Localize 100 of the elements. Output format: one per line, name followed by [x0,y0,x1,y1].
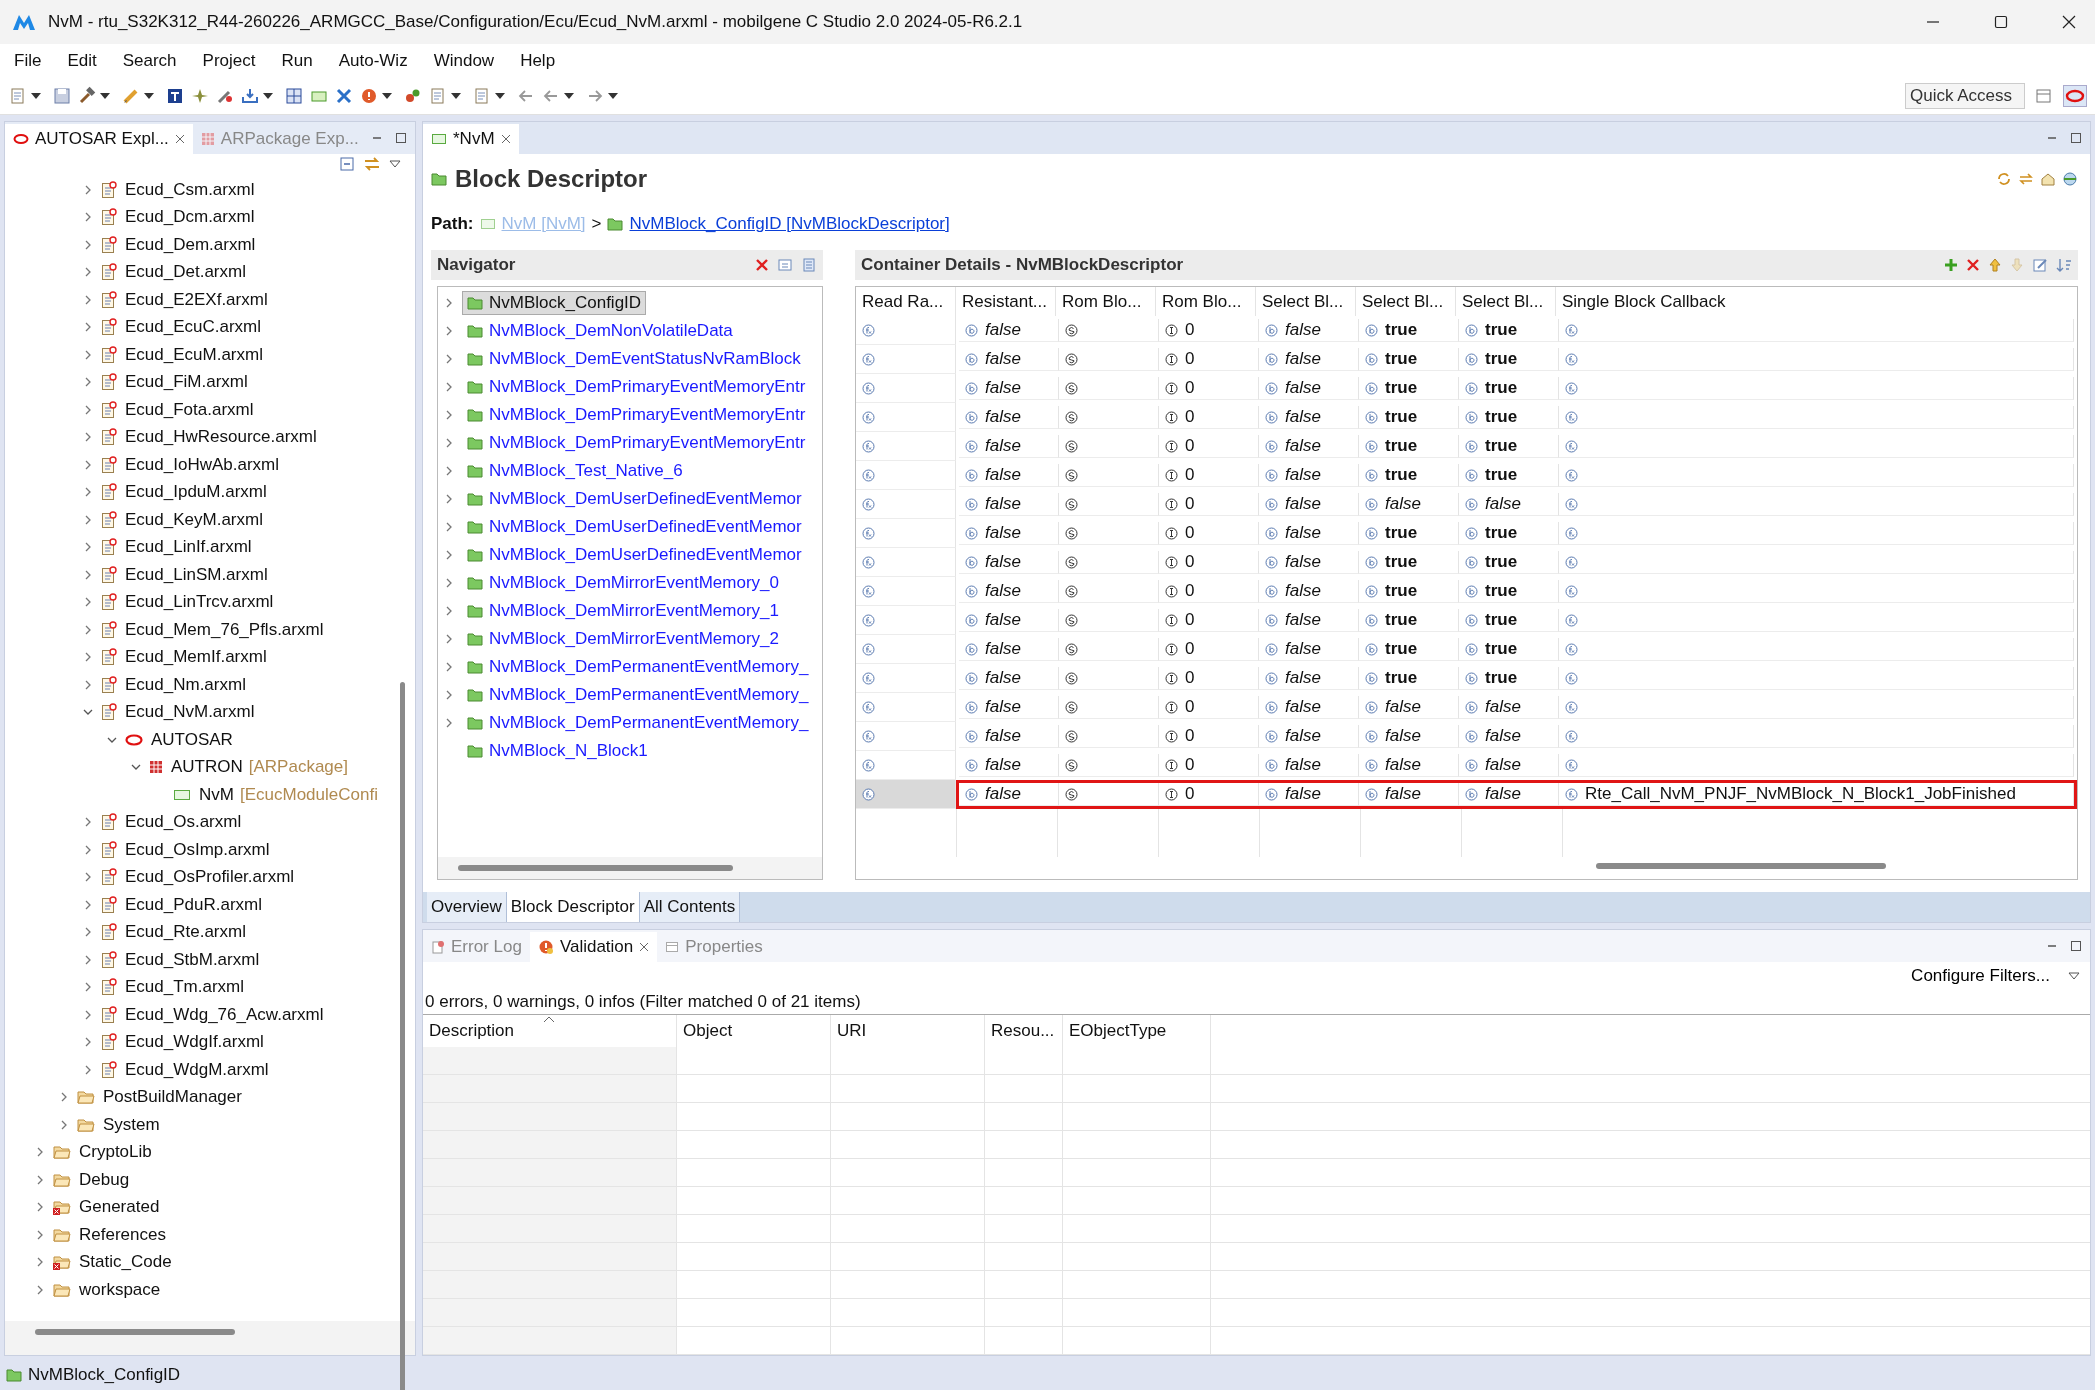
maximize-icon[interactable] [2070,940,2082,952]
chevron-right-icon[interactable] [83,211,93,224]
chevron-right-icon[interactable] [35,1201,45,1214]
navigator-item[interactable]: NvMBlock_DemMirrorEventMemory_2 [462,627,784,651]
chevron-right-icon[interactable] [83,623,93,636]
path-link[interactable]: NvMBlock_ConfigID [NvMBlockDescriptor] [629,214,950,234]
tree-item[interactable]: Ecud_IoHwAb.arxml [125,454,279,475]
navigator-item[interactable]: NvMBlock_DemPrimaryEventMemoryEntr [462,431,811,455]
navigator-item[interactable]: NvMBlock_DemPrimaryEventMemoryEntr [462,403,811,427]
chevron-right-icon[interactable] [83,376,93,389]
dropdown-caret-icon[interactable] [608,93,618,99]
home-icon[interactable] [2040,171,2056,187]
tree-item[interactable]: CryptoLib [79,1142,152,1163]
tree-item[interactable]: Ecud_LinIf.arxml [125,537,252,558]
chevron-right-icon[interactable] [83,1008,93,1021]
chevron-right-icon[interactable] [444,381,454,393]
save-icon[interactable] [52,86,72,106]
tree-item[interactable]: Ecud_EcuC.arxml [125,317,262,338]
chevron-right-icon[interactable] [83,568,93,581]
chevron-right-icon[interactable] [444,521,454,533]
menu-item[interactable]: File [14,51,42,71]
menu-item[interactable]: Help [520,51,556,71]
chevron-right-icon[interactable] [83,293,93,306]
chevron-right-icon[interactable] [83,321,93,334]
navigator-item[interactable]: NvMBlock_DemUserDefinedEventMemor [462,487,807,511]
chevron-right-icon[interactable] [444,465,454,477]
menu-item[interactable]: Run [281,51,313,71]
view-tab[interactable]: AUTOSAR Expl... [5,124,193,154]
link-icon[interactable] [363,156,381,172]
chevron-right-icon[interactable] [35,1173,45,1186]
dropdown-caret-icon[interactable] [564,93,574,99]
swap-icon[interactable] [2018,171,2034,187]
tree-item[interactable]: System [103,1114,160,1135]
tree-item[interactable]: Ecud_Det.arxml [125,262,246,283]
tree-item[interactable]: Ecud_IpduM.arxml [125,482,267,503]
dropdown-caret-icon[interactable] [100,93,110,99]
navigator-item[interactable]: NvMBlock_DemUserDefinedEventMemor [462,543,807,567]
tree-item[interactable]: Ecud_FiM.arxml [125,372,248,393]
tree-item[interactable]: Debug [79,1169,130,1190]
horizontal-scrollbar[interactable] [1596,863,1886,869]
tree-item[interactable]: AUTOSAR [151,729,233,750]
menu-item[interactable]: Edit [67,51,97,71]
vertical-scrollbar[interactable] [400,682,405,1390]
tree-item[interactable]: NvM [199,784,234,805]
menu-item[interactable]: Project [202,51,256,71]
chevron-right-icon[interactable] [83,541,93,554]
tree-item[interactable]: Ecud_Nm.arxml [125,674,246,695]
delete-icon[interactable] [755,258,769,272]
horizontal-scrollbar[interactable] [458,865,733,871]
navigator-item[interactable]: NvMBlock_DemPermanentEventMemory_ [462,655,814,679]
sync-icon[interactable] [1996,171,2012,187]
tree-item[interactable]: Ecud_LinTrcv.arxml [125,592,274,613]
chevron-right-icon[interactable] [444,493,454,505]
column-header[interactable]: Select Bl... [1356,287,1456,316]
chevron-right-icon[interactable] [59,1091,69,1104]
chevron-right-icon[interactable] [35,1283,45,1296]
tree-item[interactable]: Ecud_StbM.arxml [125,949,260,970]
chevron-right-icon[interactable] [83,816,93,829]
chevron-right-icon[interactable] [83,348,93,361]
menu-item[interactable]: Window [433,51,495,71]
add-icon[interactable] [1944,258,1958,272]
tree-item[interactable]: Ecud_KeyM.arxml [125,509,263,530]
tree-item[interactable]: PostBuildManager [103,1087,242,1108]
editor-tab[interactable]: *NvM [423,124,519,154]
chevron-right-icon[interactable] [83,183,93,196]
tree-item[interactable]: Ecud_Wdg_76_Acw.arxml [125,1004,324,1025]
tree-item[interactable]: Generated [79,1197,160,1218]
menu-item[interactable]: Search [122,51,177,71]
column-header[interactable]: Read Ra... [856,287,956,316]
chevron-right-icon[interactable] [83,651,93,664]
chevron-right-icon[interactable] [35,1146,45,1159]
page-tab[interactable]: All Contents [639,892,741,922]
dropdown-caret-icon[interactable] [495,93,505,99]
chevron-right-icon[interactable] [444,297,454,309]
tree-item[interactable]: Ecud_Rte.arxml [125,922,246,943]
column-header[interactable]: Select Bl... [1256,287,1356,316]
tree-item[interactable]: Ecud_Mem_76_Pfls.arxml [125,619,324,640]
autosar-perspective-icon[interactable] [2063,85,2087,107]
tree-item[interactable]: Ecud_Dem.arxml [125,234,256,255]
quick-access-field[interactable]: Quick Access [1905,83,2025,109]
menu-item[interactable]: Auto-Wiz [338,51,408,71]
chevron-right-icon[interactable] [444,661,454,673]
close-icon[interactable] [2061,14,2077,30]
tree-item[interactable]: References [79,1224,166,1245]
chevron-right-icon[interactable] [444,689,454,701]
navigator-item[interactable]: NvMBlock_DemNonVolatileData [462,319,738,343]
chevron-right-icon[interactable] [59,1118,69,1131]
column-header[interactable]: Single Block Callback [1556,287,2077,316]
maximize-icon[interactable] [2070,132,2082,144]
dropdown-caret-icon[interactable] [31,93,41,99]
up-arrow-icon[interactable] [1988,257,2002,273]
navigator-item[interactable]: NvMBlock_ConfigID [462,291,647,315]
chevron-right-icon[interactable] [83,953,93,966]
chevron-right-icon[interactable] [83,926,93,939]
chevron-right-icon[interactable] [444,353,454,365]
edit-icon[interactable] [2032,257,2048,273]
chevron-right-icon[interactable] [83,431,93,444]
navigator-item[interactable]: NvMBlock_DemEventStatusNvRamBlock [462,347,806,371]
navigator-item[interactable]: NvMBlock_Test_Native_6 [462,459,688,483]
chevron-right-icon[interactable] [83,871,93,884]
